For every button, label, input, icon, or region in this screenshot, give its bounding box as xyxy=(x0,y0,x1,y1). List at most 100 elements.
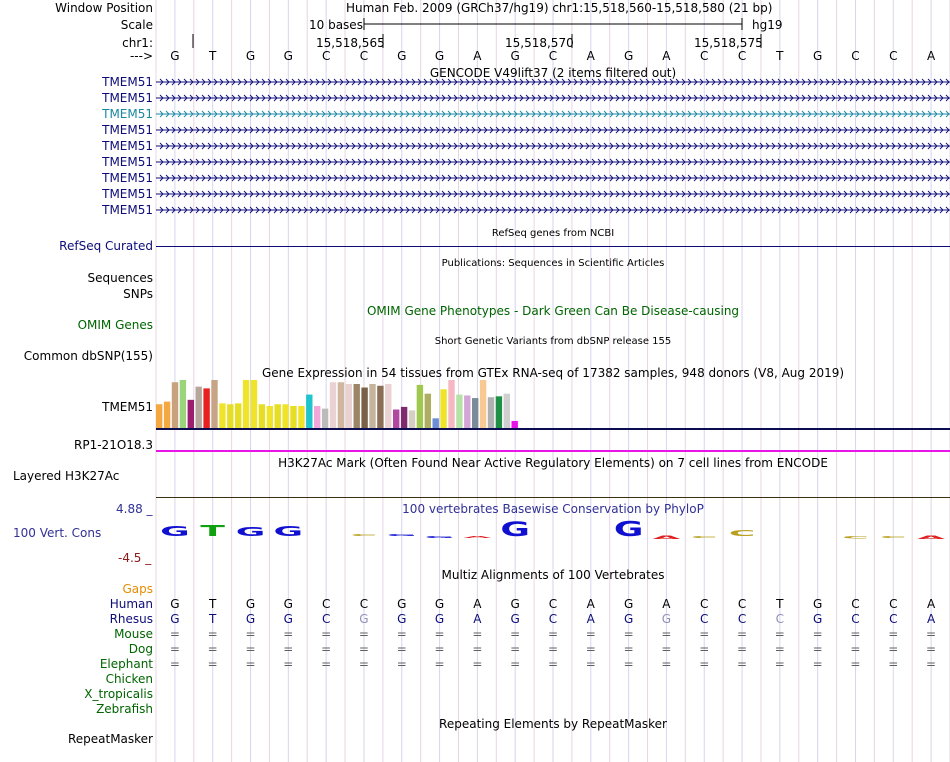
gencode-transcript-line[interactable] xyxy=(156,173,950,183)
window-position-value: Human Feb. 2009 (GRCh37/hg19) chr1:15,51… xyxy=(346,1,773,15)
species-label[interactable]: Rhesus xyxy=(110,612,153,626)
gaps-label[interactable]: Gaps xyxy=(122,582,153,596)
gencode-transcript-line[interactable] xyxy=(156,141,950,151)
tick-label-3: 15,518,575 xyxy=(694,36,763,50)
tick-label-1: 15,518,565 xyxy=(316,36,385,50)
gtex-bar xyxy=(195,386,202,428)
refseq-line[interactable] xyxy=(156,246,950,247)
dbsnp-label[interactable]: Common dbSNP(155) xyxy=(24,349,153,363)
gencode-transcript-line[interactable] xyxy=(156,157,950,167)
gencode-item-label[interactable]: TMEM51 xyxy=(102,187,153,201)
alignment-match-symbol: = xyxy=(169,627,180,641)
alignment-match-symbol: = xyxy=(737,642,748,656)
gencode-transcript-line[interactable] xyxy=(156,109,950,119)
rhesus-base: C xyxy=(700,612,709,626)
base-letter: C xyxy=(321,49,331,63)
gencode-item-label[interactable]: TMEM51 xyxy=(102,203,153,217)
gtex-expression-chart[interactable] xyxy=(156,380,950,456)
gtex-bar xyxy=(377,385,384,428)
gtex-bar xyxy=(448,380,455,428)
alignment-match-symbol: = xyxy=(661,627,672,641)
gtex-gene-label-2[interactable]: RP1-21O18.3 xyxy=(74,438,153,452)
alignment-match-symbol: = xyxy=(661,642,672,656)
base-letter: G xyxy=(170,49,180,63)
alignment-match-symbol: = xyxy=(245,627,256,641)
h3k27ac-baseline[interactable] xyxy=(156,497,950,498)
gtex-bar xyxy=(219,403,226,428)
human-base: G xyxy=(397,597,407,611)
alignment-match-symbol: = xyxy=(623,657,634,671)
human-base: G xyxy=(623,597,634,611)
phylop-conservation-track[interactable]: G T G G C GG A G G A C C C C A xyxy=(156,514,950,562)
rhesus-base: C xyxy=(889,612,898,626)
alignment-match-symbol: = xyxy=(850,657,861,671)
gencode-transcript-line[interactable] xyxy=(156,125,950,135)
alignment-match-symbol: = xyxy=(812,642,823,656)
species-label[interactable]: X_tropicalis xyxy=(84,687,153,701)
repeatmasker-label[interactable]: RepeatMasker xyxy=(68,732,153,746)
gtex-bar xyxy=(353,384,360,428)
gtex-bar xyxy=(290,406,297,428)
omim-label[interactable]: OMIM Genes xyxy=(78,318,153,332)
gencode-item-label[interactable]: TMEM51 xyxy=(102,139,153,153)
gtex-bar xyxy=(250,380,258,428)
gencode-item-label[interactable]: TMEM51 xyxy=(102,171,153,185)
gencode-transcript-line[interactable] xyxy=(156,93,950,103)
gtex-bar xyxy=(156,404,163,428)
base-letter: G xyxy=(812,49,823,63)
human-base: A xyxy=(586,597,595,611)
gencode-item-label[interactable]: TMEM51 xyxy=(102,91,153,105)
gencode-item-label[interactable]: TMEM51 xyxy=(102,123,153,137)
base-letter: G xyxy=(283,49,293,63)
scale-bar xyxy=(363,18,743,30)
human-base: A xyxy=(926,597,936,611)
species-label[interactable]: Dog xyxy=(129,642,153,656)
alignment-match-symbol: = xyxy=(888,657,899,671)
gtex-bar xyxy=(361,387,368,428)
phylop-logo-letter: A xyxy=(463,535,491,539)
species-label[interactable]: Human xyxy=(110,597,153,611)
rhesus-base: G xyxy=(245,612,256,626)
alignment-match-symbol: = xyxy=(283,642,294,656)
human-base: C xyxy=(700,597,709,611)
publications-sequences-label[interactable]: Sequences xyxy=(88,271,153,285)
gencode-transcript-line[interactable] xyxy=(156,189,950,199)
publications-snps-label[interactable]: SNPs xyxy=(123,287,153,301)
dbsnp-title: Short Genetic Variants from dbSNP releas… xyxy=(434,336,672,347)
base-letter: G xyxy=(623,49,634,63)
phylop-logo-letter: G xyxy=(614,517,644,540)
gtex-bar xyxy=(393,409,400,428)
species-label[interactable]: Chicken xyxy=(106,672,153,686)
base-letter: C xyxy=(889,49,898,63)
phylop-logo-letter: A xyxy=(917,535,945,540)
phylop-logo-letter: T xyxy=(200,523,225,540)
gtex-bar xyxy=(400,406,408,428)
alignment-match-symbol: = xyxy=(661,657,672,671)
h3k27ac-label[interactable]: Layered H3K27Ac xyxy=(13,469,119,483)
phylop-logo-letter: G xyxy=(274,524,304,539)
species-label[interactable]: Zebrafish xyxy=(96,702,153,716)
gtex-gene-label[interactable]: TMEM51 xyxy=(102,400,153,414)
base-letter: T xyxy=(776,49,784,63)
alignment-match-symbol: = xyxy=(207,657,218,671)
alignment-match-symbol: = xyxy=(547,657,559,671)
alignment-match-symbol: = xyxy=(169,642,180,656)
gencode-transcript-line[interactable] xyxy=(156,205,950,215)
alignment-match-symbol: = xyxy=(926,627,937,641)
human-base: T xyxy=(209,597,217,611)
phylop-label[interactable]: 100 Vert. Cons xyxy=(13,526,101,540)
phylop-max-label: 4.88 _ xyxy=(116,502,153,516)
species-label[interactable]: Elephant xyxy=(100,657,153,671)
refseq-label[interactable]: RefSeq Curated xyxy=(59,239,153,253)
genome-browser-image[interactable]: Window Position Human Feb. 2009 (GRCh37/… xyxy=(0,0,950,762)
species-label[interactable]: Mouse xyxy=(114,627,153,641)
alignment-match-symbol: = xyxy=(850,627,861,641)
gencode-item-label[interactable]: TMEM51 xyxy=(102,107,153,121)
base-letter: C xyxy=(700,49,709,63)
gtex-title: Gene Expression in 54 tissues from GTEx … xyxy=(261,366,845,380)
gencode-item-label[interactable]: TMEM51 xyxy=(102,75,153,89)
gtex-bar xyxy=(487,397,495,428)
base-letter: A xyxy=(473,49,482,63)
gencode-transcript-line[interactable] xyxy=(156,77,950,87)
gencode-item-label[interactable]: TMEM51 xyxy=(102,155,153,169)
